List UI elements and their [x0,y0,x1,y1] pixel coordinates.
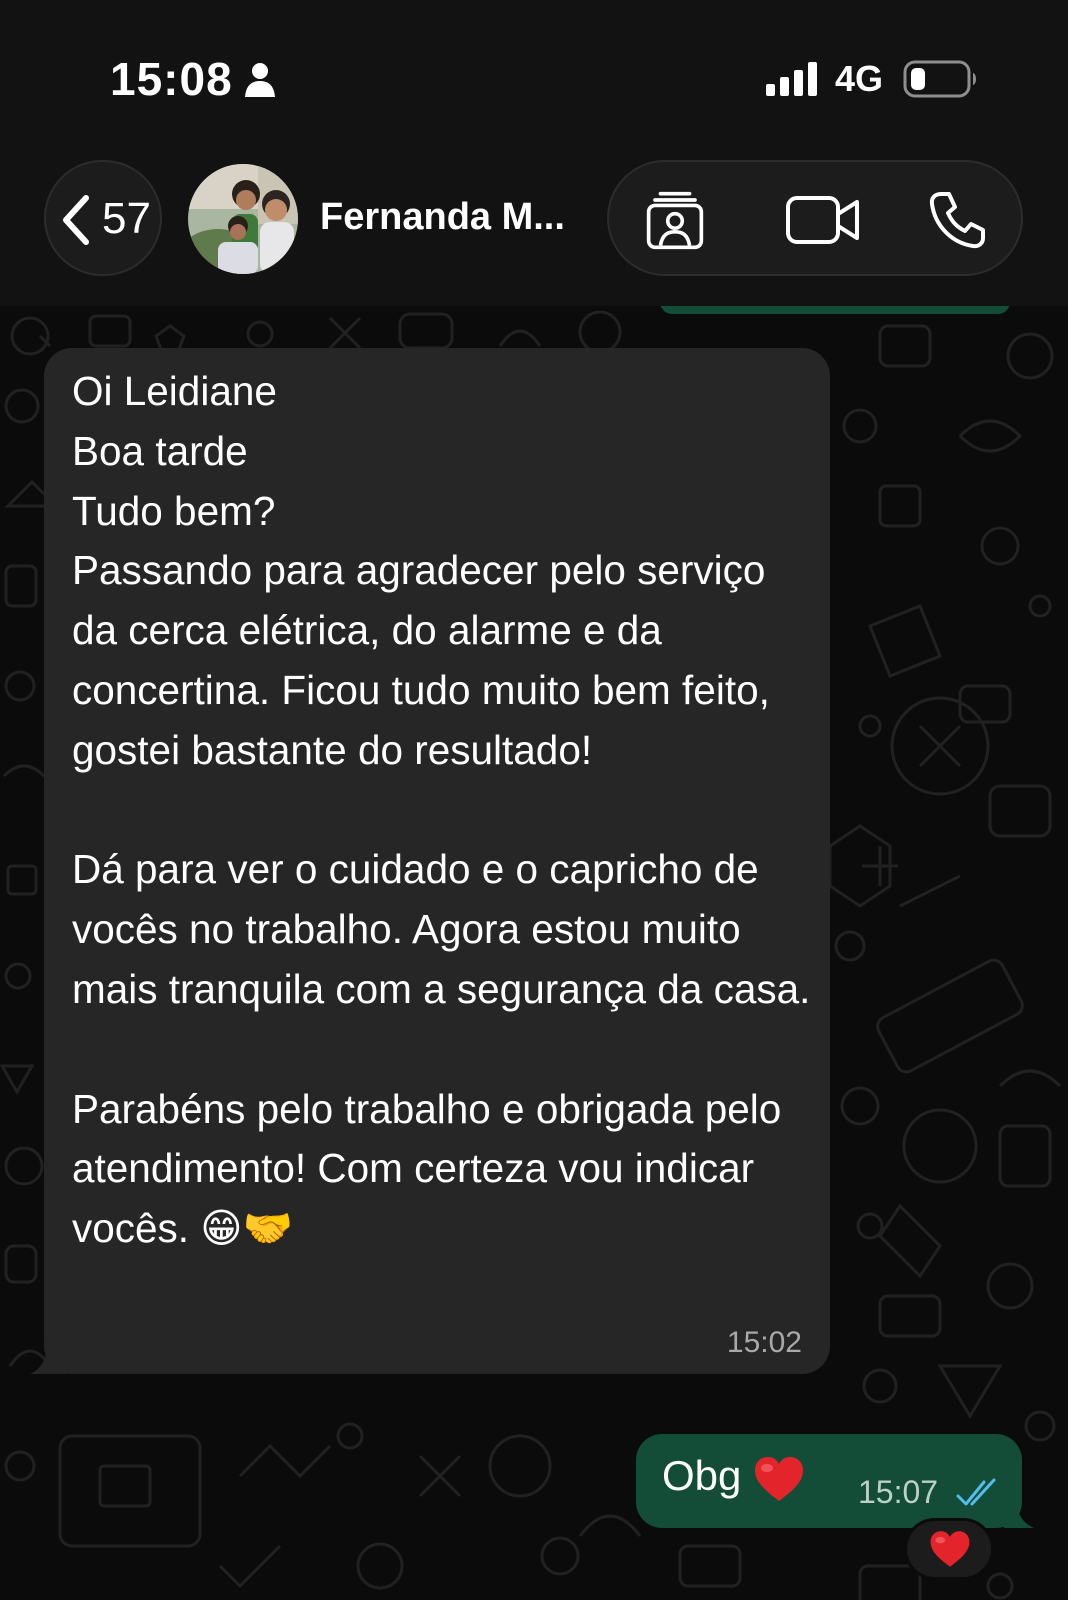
contact-name[interactable]: Fernanda M... [320,196,580,239]
heart-emoji [930,1531,970,1567]
incoming-message-time: 15:02 [726,1326,802,1359]
back-button[interactable]: 57 [44,160,162,276]
person-icon [245,63,275,97]
incoming-message[interactable]: Oi Leidiane Boa tarde Tudo bem? Passando… [44,348,830,1374]
status-time: 15:08 [110,53,233,105]
battery-icon [903,60,976,98]
avatar[interactable] [188,164,298,274]
incoming-message-text: Oi Leidiane Boa tarde Tudo bem? Passando… [72,368,811,1252]
unread-count: 57 [102,194,151,243]
outgoing-message-text: Obg [662,1452,805,1503]
network-type: 4G [835,58,884,99]
chat-screen: 15:08 4G 57 Fernanda M... Oi Leidiane Bo… [0,0,1068,1600]
chevron-left-icon [63,195,89,245]
outgoing-message[interactable]: Obg 15:07 [636,1434,1022,1528]
message-list[interactable]: Oi Leidiane Boa tarde Tudo bem? Passando… [0,306,1068,1600]
message-reaction[interactable] [904,1518,994,1580]
call-actions [607,160,1023,276]
outgoing-message-time: 15:07 [858,1474,939,1510]
incoming-bubble-tail [30,1336,66,1374]
signal-icon [766,62,817,96]
status-bar: 15:08 4G [0,0,1068,150]
video-call-icon[interactable] [785,190,861,250]
phone-icon[interactable] [927,190,987,250]
outgoing-bubble-tail [1004,1492,1034,1528]
chat-header: 57 Fernanda M... [0,150,1068,306]
double-check-icon [956,1478,996,1506]
heart-emoji [755,1456,804,1501]
contact-card-icon[interactable] [643,190,707,250]
previous-outgoing-bubble [660,306,1010,314]
